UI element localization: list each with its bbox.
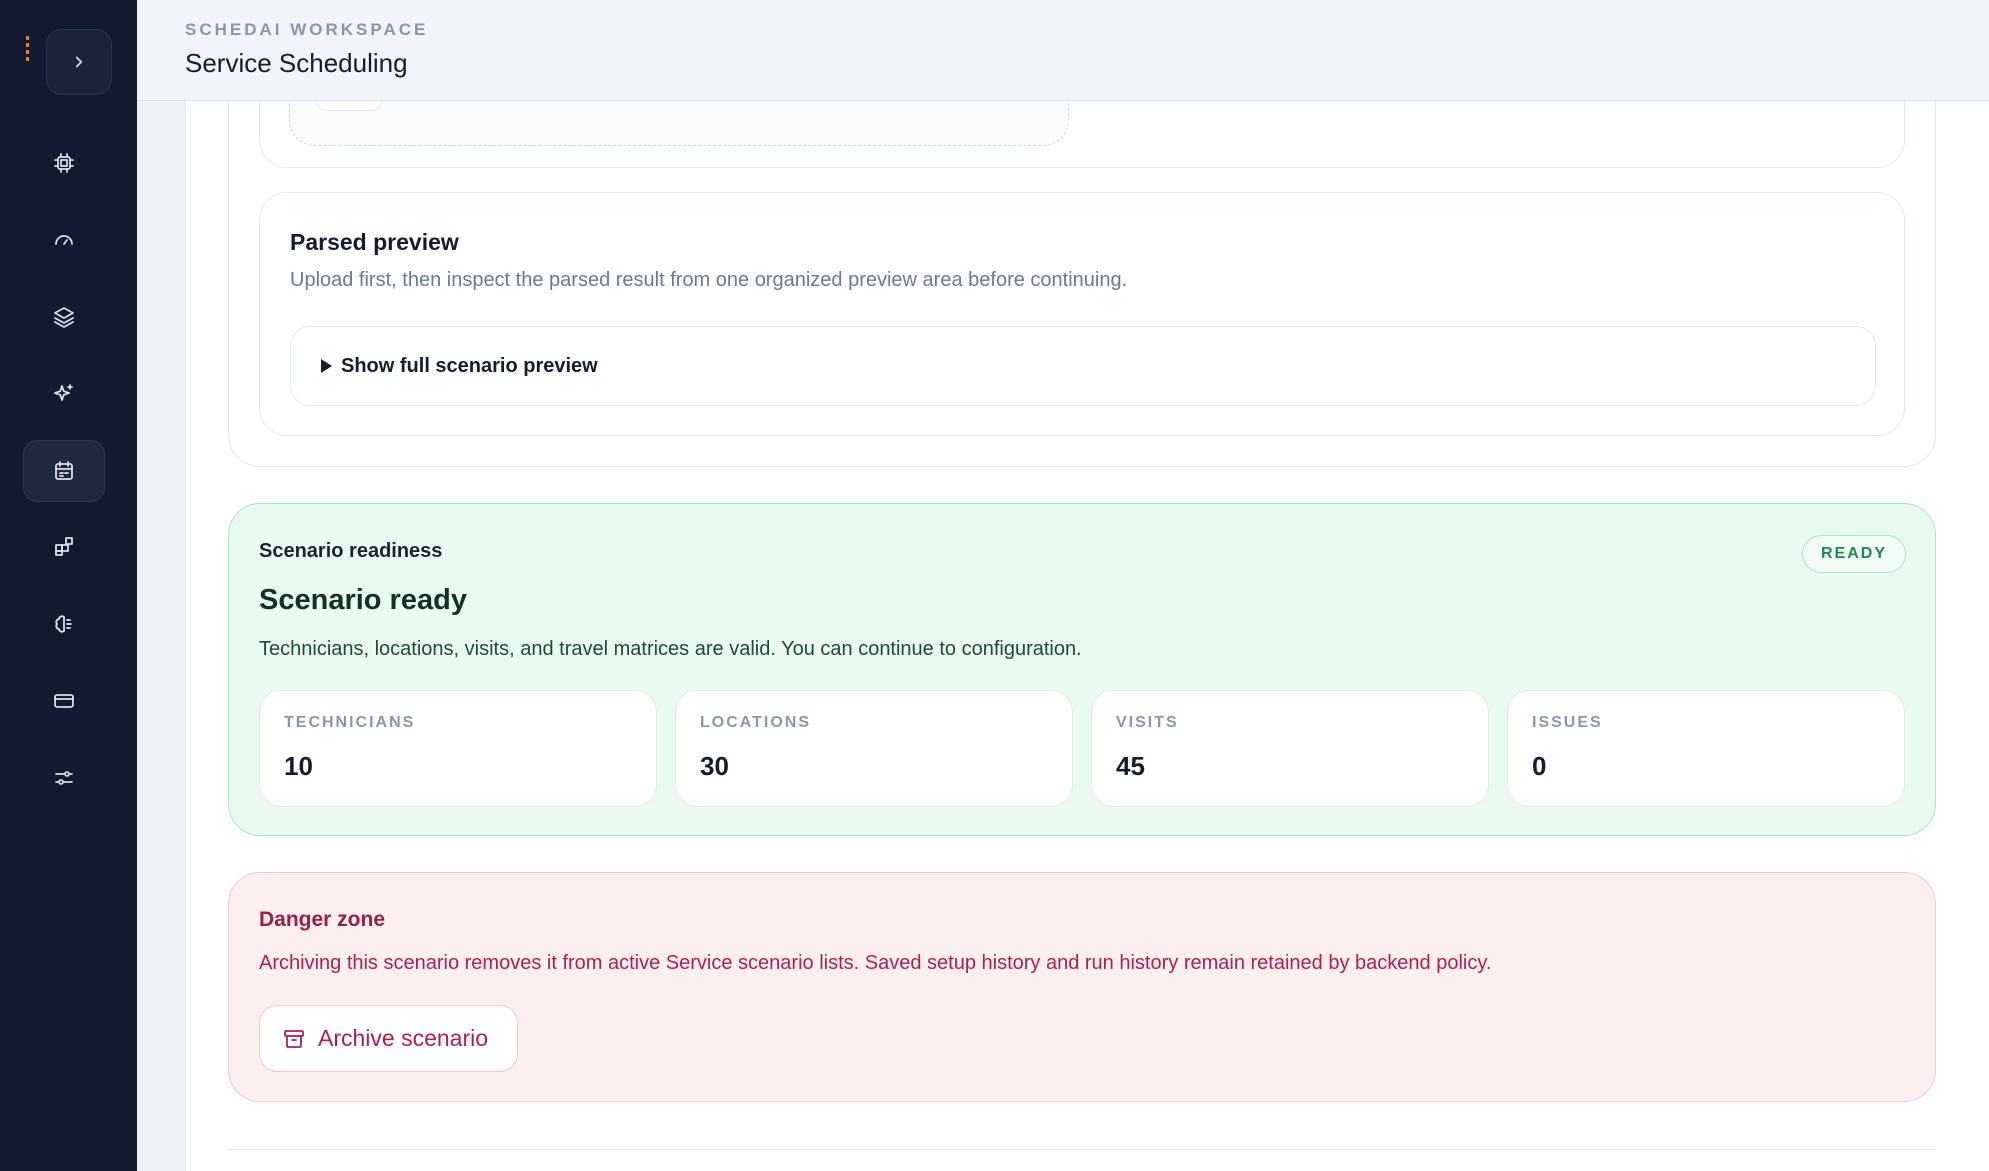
preview-toggle-label: Show full scenario preview <box>341 354 598 377</box>
readiness-description: Technicians, locations, visits, and trav… <box>259 638 1082 660</box>
danger-zone-card: Danger zone Archiving this scenario remo… <box>228 872 1936 1102</box>
archive-button-label: Archive scenario <box>318 1025 489 1051</box>
sidebar-item-modules[interactable] <box>23 516 105 578</box>
sidebar-item-ai[interactable] <box>23 363 105 425</box>
archive-icon <box>284 1029 304 1048</box>
stat-technicians: TECHNICIANS 10 <box>259 690 657 807</box>
page-title: Service Scheduling <box>185 48 408 78</box>
sidebar-item-scheduling[interactable] <box>23 440 105 502</box>
sidebar-item-learning[interactable] <box>23 593 105 655</box>
stat-issues: ISSUES 0 <box>1507 690 1905 807</box>
sidebar-item-compute[interactable] <box>23 132 105 194</box>
dropzone-pill <box>316 101 382 111</box>
status-badge: READY <box>1801 535 1906 573</box>
blocks-icon <box>55 537 73 556</box>
stat-value: 10 <box>284 751 313 781</box>
sidebar <box>0 0 137 1171</box>
scenario-readiness-card: Scenario readiness Scenario ready Techni… <box>228 503 1936 836</box>
sidebar-item-layers[interactable] <box>23 286 105 348</box>
parsed-preview-card: Parsed preview Upload first, then inspec… <box>259 192 1905 436</box>
sidebar-item-dashboard[interactable] <box>23 209 105 271</box>
sidebar-item-billing[interactable] <box>23 670 105 732</box>
sidebar-toggle-button[interactable] <box>46 29 112 95</box>
file-dropzone[interactable] <box>289 101 1069 146</box>
brain-icon <box>55 615 72 633</box>
stat-locations: LOCATIONS 30 <box>675 690 1073 807</box>
sidebar-grip <box>26 36 29 68</box>
stat-value: 30 <box>700 751 729 781</box>
readiness-title: Scenario ready <box>259 584 467 616</box>
sparkles-icon <box>54 384 73 401</box>
stat-visits: VISITS 45 <box>1091 690 1489 807</box>
main-content[interactable]: Parsed preview Upload first, then inspec… <box>186 101 1989 1171</box>
stat-value: 0 <box>1532 751 1547 781</box>
preview-title: Parsed preview <box>290 229 459 255</box>
page-header: SCHEDAI WORKSPACE Service Scheduling <box>137 0 1989 101</box>
disclosure-triangle-icon <box>321 359 332 373</box>
danger-title: Danger zone <box>259 908 386 931</box>
stat-value: 45 <box>1116 751 1145 781</box>
cpu-icon <box>54 153 74 173</box>
stat-label: TECHNICIANS <box>284 714 416 731</box>
sidebar-item-settings[interactable] <box>23 747 105 809</box>
preview-subtitle: Upload first, then inspect the parsed re… <box>290 269 1128 291</box>
chevron-right-icon <box>75 56 83 68</box>
layers-icon <box>54 307 74 328</box>
content-gutter <box>137 101 186 1171</box>
stat-label: VISITS <box>1116 714 1179 731</box>
credit-card-icon <box>54 694 74 708</box>
stat-label: LOCATIONS <box>700 714 812 731</box>
danger-description: Archiving this scenario removes it from … <box>259 952 1492 974</box>
workspace-eyebrow: SCHEDAI WORKSPACE <box>185 20 429 39</box>
gauge-icon <box>55 235 73 245</box>
show-full-preview-toggle[interactable]: Show full scenario preview <box>290 326 1876 406</box>
stat-label: ISSUES <box>1532 714 1603 731</box>
calendar-icon <box>55 461 73 480</box>
sliders-icon <box>55 771 73 785</box>
divider <box>228 1149 1936 1150</box>
readiness-eyebrow: Scenario readiness <box>259 540 443 562</box>
archive-scenario-button[interactable]: Archive scenario <box>259 1005 518 1072</box>
